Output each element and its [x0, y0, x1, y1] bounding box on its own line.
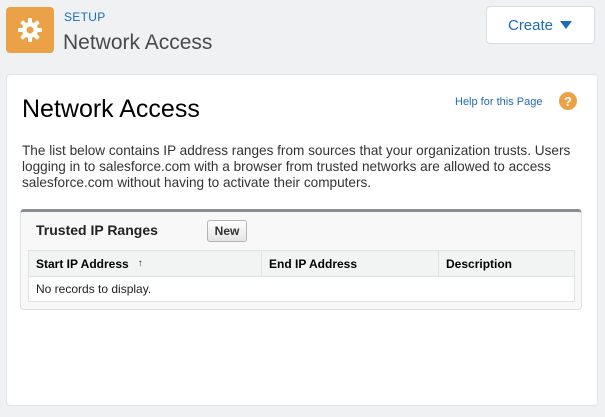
table-header-row: Start IP Address ↑ End IP Address Descri…	[29, 251, 574, 277]
section-title: Trusted IP Ranges	[36, 222, 158, 238]
trusted-ip-table: Start IP Address ↑ End IP Address Descri…	[28, 250, 575, 302]
create-button[interactable]: Create	[486, 6, 595, 44]
create-button-label: Create	[507, 16, 554, 34]
content-card: Network Access Help for this Page ? The …	[6, 74, 598, 406]
column-header-description[interactable]: Description	[439, 251, 574, 276]
column-header-start-ip[interactable]: Start IP Address ↑	[29, 251, 262, 276]
content-title: Network Access	[22, 95, 200, 123]
setup-app-icon	[6, 7, 54, 53]
help-link[interactable]: Help for this Page	[455, 96, 542, 108]
question-icon[interactable]: ?	[559, 92, 577, 110]
sort-ascending-icon: ↑	[137, 258, 143, 269]
breadcrumb: SETUP	[64, 10, 106, 24]
empty-table-message: No records to display.	[36, 282, 152, 296]
column-label: End IP Address	[269, 256, 358, 271]
gear-icon	[18, 18, 42, 42]
page-title: Network Access	[63, 31, 213, 54]
description-text: The list below contains IP address range…	[22, 143, 571, 190]
trusted-ip-ranges-section: Trusted IP Ranges New Start IP Address ↑…	[20, 209, 582, 310]
column-label: Start IP Address	[36, 256, 129, 271]
new-button[interactable]: New	[207, 220, 247, 242]
column-label: Description	[446, 256, 513, 271]
caret-down-icon	[560, 21, 573, 29]
column-header-end-ip[interactable]: End IP Address	[262, 251, 439, 276]
